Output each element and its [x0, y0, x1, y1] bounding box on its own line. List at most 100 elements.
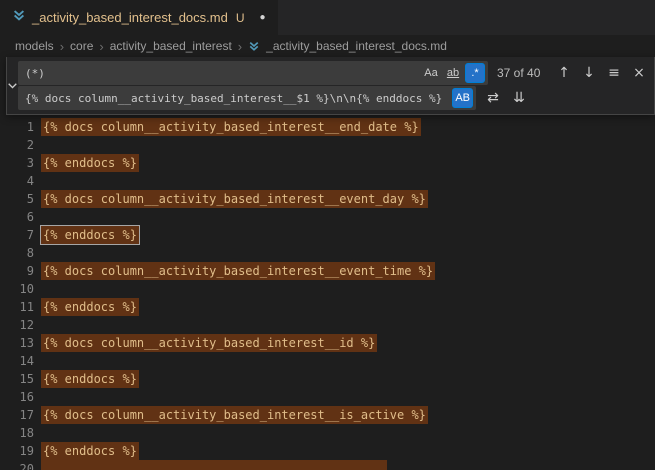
line-content: {% enddocs %} — [34, 442, 139, 460]
replace-value: {% docs column__activity_based_interest_… — [25, 92, 442, 105]
tab-active-file[interactable]: _activity_based_interest_docs.md U ● — [0, 0, 278, 35]
search-match: {% docs column__activity_based_interest_… — [41, 406, 428, 424]
code-lines[interactable]: 1{% docs column__activity_based_interest… — [0, 118, 655, 470]
toggle-replace-button[interactable] — [7, 57, 18, 114]
breadcrumb: models › core › activity_based_interest … — [0, 35, 655, 57]
line-number: 17 — [0, 406, 34, 424]
replace-all-icon[interactable]: ⇊ — [508, 87, 530, 109]
breadcrumb-item-models[interactable]: models — [15, 39, 54, 53]
search-match: {% enddocs %} — [41, 442, 139, 460]
code-line[interactable]: 9 {% docs column__activity_based_interest… — [0, 262, 655, 280]
current-search-match: {% enddocs %} — [41, 226, 139, 244]
breadcrumb-separator: › — [60, 39, 64, 54]
search-match: {% docs column__activity_based_interest_… — [41, 262, 435, 280]
line-content: {% docs column__activity_based_interest_… — [34, 334, 377, 352]
line-number: 5 — [0, 190, 34, 208]
line-number: 10 — [0, 280, 34, 298]
line-number: 4 — [0, 172, 34, 190]
line-content — [34, 424, 41, 442]
search-match: {% enddocs %} — [41, 154, 139, 172]
line-content — [34, 388, 41, 406]
markdown-file-icon — [248, 40, 260, 52]
search-query: (*) — [25, 67, 45, 80]
dirty-indicator[interactable]: ● — [260, 12, 266, 23]
search-match: {% docs column__activity_based_interest_… — [41, 334, 377, 352]
line-number: 16 — [0, 388, 34, 406]
line-content — [34, 352, 41, 370]
code-line[interactable]: 2 — [0, 136, 655, 154]
line-number: 18 — [0, 424, 34, 442]
markdown-file-icon — [12, 8, 26, 27]
code-line[interactable]: 1{% docs column__activity_based_interest… — [0, 118, 655, 136]
line-number: 1 — [0, 118, 34, 136]
preserve-case-toggle[interactable]: AB — [452, 88, 473, 108]
match-case-toggle[interactable]: Aa — [421, 63, 441, 83]
line-number: 7 — [0, 226, 34, 244]
code-line[interactable]: 10 — [0, 280, 655, 298]
search-match: {% enddocs %} — [41, 370, 139, 388]
code-line[interactable]: 19 {% enddocs %} — [0, 442, 655, 460]
code-line[interactable]: 8 — [0, 244, 655, 262]
breadcrumb-item-file[interactable]: _activity_based_interest_docs.md — [266, 39, 447, 53]
line-content: {% enddocs %} — [34, 154, 139, 172]
line-number: 8 — [0, 244, 34, 262]
line-number: 2 — [0, 136, 34, 154]
line-content — [34, 172, 41, 190]
line-content: {% enddocs %} — [34, 298, 139, 316]
line-content: {% enddocs %} — [34, 370, 139, 388]
whole-word-toggle[interactable]: ab — [443, 63, 463, 83]
line-content: {% docs column__activity_based_interest_… — [34, 262, 435, 280]
previous-match-icon[interactable]: ↑ — [553, 62, 575, 84]
code-line[interactable]: 5 {% docs column__activity_based_interest… — [0, 190, 655, 208]
search-input[interactable]: (*) Aa ab .* — [18, 61, 488, 85]
line-content: {% docs column__activity_based_interest_… — [34, 190, 428, 208]
find-in-selection-icon[interactable]: ≡ — [603, 62, 625, 84]
line-content: {% docs column__activity_based_interest_… — [34, 406, 428, 424]
git-status-badge: U — [236, 11, 245, 25]
code-line[interactable]: 20 — [0, 460, 655, 470]
code-line[interactable]: 4 — [0, 172, 655, 190]
search-match: {% docs column__activity_based_interest_… — [41, 190, 428, 208]
line-content: {% docs column__activity_based_interest_… — [34, 118, 421, 136]
line-number: 6 — [0, 208, 34, 226]
find-row: (*) Aa ab .* 37 of 40 ↑ ↓ ≡ × — [18, 61, 650, 85]
code-line[interactable]: 3{% enddocs %} — [0, 154, 655, 172]
line-content — [34, 244, 41, 262]
breadcrumb-item-core[interactable]: core — [70, 39, 93, 53]
replace-icon[interactable]: ⇄ — [482, 87, 504, 109]
line-number: 12 — [0, 316, 34, 334]
code-line[interactable]: 6 — [0, 208, 655, 226]
line-content — [34, 460, 387, 470]
line-content — [34, 280, 41, 298]
line-content — [34, 316, 41, 334]
regex-toggle[interactable]: .* — [465, 63, 485, 83]
code-line[interactable]: 11 {% enddocs %} — [0, 298, 655, 316]
code-line[interactable]: 12 — [0, 316, 655, 334]
line-number: 20 — [0, 460, 34, 470]
search-match: {% enddocs %} — [41, 298, 139, 316]
code-line[interactable]: 13 {% docs column__activity_based_interes… — [0, 334, 655, 352]
tab-bar: _activity_based_interest_docs.md U ● — [0, 0, 655, 35]
close-icon[interactable]: × — [628, 62, 650, 84]
code-line[interactable]: 14 — [0, 352, 655, 370]
code-line[interactable]: 15 {% enddocs %} — [0, 370, 655, 388]
search-match — [41, 460, 387, 470]
code-line[interactable]: 18 — [0, 424, 655, 442]
line-number: 11 — [0, 298, 34, 316]
replace-input[interactable]: {% docs column__activity_based_interest_… — [18, 86, 476, 110]
code-line[interactable]: 16 — [0, 388, 655, 406]
line-number: 13 — [0, 334, 34, 352]
line-content — [34, 136, 41, 154]
replace-row: {% docs column__activity_based_interest_… — [18, 86, 650, 110]
line-content: {% enddocs %} — [34, 226, 139, 244]
next-match-icon[interactable]: ↓ — [578, 62, 600, 84]
results-count: 37 of 40 — [497, 66, 549, 80]
line-number: 15 — [0, 370, 34, 388]
code-line[interactable]: 7 {% enddocs %} — [0, 226, 655, 244]
code-line[interactable]: 17 {% docs column__activity_based_interes… — [0, 406, 655, 424]
line-number: 19 — [0, 442, 34, 460]
line-number: 14 — [0, 352, 34, 370]
line-number: 9 — [0, 262, 34, 280]
breadcrumb-item-activity-based-interest[interactable]: activity_based_interest — [110, 39, 232, 53]
tab-filename: _activity_based_interest_docs.md — [32, 10, 228, 25]
